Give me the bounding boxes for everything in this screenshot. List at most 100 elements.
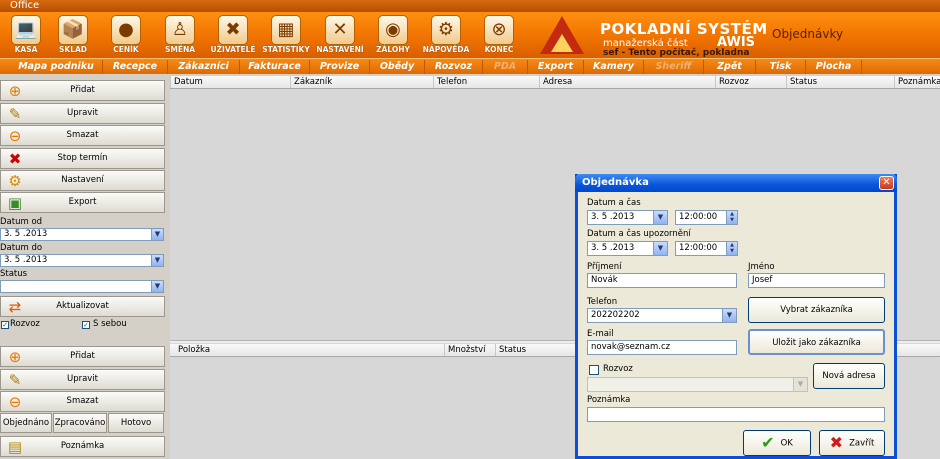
- select-customer-button[interactable]: Vybrat zákazníka: [748, 297, 885, 323]
- toolbar-zalohy[interactable]: ◉ ZÁLOHY: [367, 13, 419, 57]
- toolbar-label: ZÁLOHY: [376, 45, 410, 54]
- export-icon: ▣: [7, 194, 23, 212]
- name-field[interactable]: Josef: [748, 273, 885, 288]
- stop-term-button[interactable]: ✖ Stop termín: [0, 148, 165, 169]
- column-header[interactable]: Poznámka: [894, 76, 940, 88]
- left-panel: ⊕ Přidat ✎ Upravit ⊖ Smazat ✖ Stop termín ⚙ N…: [0, 76, 168, 459]
- reminder-time-value: 12:00:00: [679, 243, 718, 253]
- delivery-checkbox[interactable]: [589, 365, 599, 375]
- reminder-date-picker[interactable]: 3. 5 .2013 ▼: [587, 241, 668, 256]
- email-label: E-mail: [587, 329, 614, 339]
- column-header[interactable]: Telefon: [433, 76, 537, 88]
- column-header[interactable]: Status: [495, 344, 575, 356]
- delete-order-button[interactable]: ⊖ Smazat: [0, 125, 165, 146]
- menu-kamery[interactable]: Kamery: [584, 60, 644, 74]
- phone-value: 202202202: [591, 310, 640, 320]
- users-icon: ✖: [218, 15, 248, 45]
- toolbar-kasa[interactable]: 💻 KASA: [0, 13, 52, 57]
- menu-rozvoz[interactable]: Rozvoz: [425, 60, 483, 74]
- delivery-checkbox[interactable]: ✓: [1, 321, 9, 329]
- column-header[interactable]: Množství: [444, 344, 496, 356]
- menu-zakaznici[interactable]: Zákazníci: [168, 60, 240, 74]
- settings-button[interactable]: ⚙ Nastavení: [0, 170, 165, 191]
- menu-mapa-podniku[interactable]: Mapa podniku: [10, 60, 103, 74]
- cancel-cross-icon: ✖: [829, 433, 844, 452]
- toolbar-konec[interactable]: ⊗ KONEC: [473, 13, 525, 57]
- reminder-label: Datum a čas upozornění: [587, 229, 691, 239]
- awis-logo-inner: [551, 34, 573, 52]
- edit-order-button[interactable]: ✎ Upravit: [0, 103, 165, 124]
- status-select[interactable]: ▼: [0, 280, 164, 293]
- close-dialog-button[interactable]: ✖ Zavřít: [819, 430, 885, 456]
- menu-recepce[interactable]: Recepce: [103, 60, 168, 74]
- column-header[interactable]: Status: [786, 76, 894, 88]
- column-header[interactable]: Položka: [175, 344, 441, 356]
- chevron-down-icon[interactable]: ▼: [653, 242, 667, 255]
- menu-plocha[interactable]: Plocha: [806, 60, 862, 74]
- chevron-down-icon[interactable]: ▼: [151, 255, 163, 266]
- menu-fakturace[interactable]: Fakturace: [240, 60, 310, 74]
- exit-icon: ⊗: [484, 15, 514, 45]
- menu-obedy[interactable]: Obědy: [370, 60, 425, 74]
- email-field[interactable]: novak@seznam.cz: [587, 340, 737, 355]
- menu-tisk[interactable]: Tisk: [756, 60, 806, 74]
- column-header[interactable]: Rozvoz: [715, 76, 785, 88]
- edit-item-button[interactable]: ✎ Upravit: [0, 369, 165, 390]
- column-header[interactable]: Zákazník: [290, 76, 430, 88]
- state-done-button[interactable]: Hotovo: [108, 413, 164, 433]
- surname-field[interactable]: Novák: [587, 273, 737, 288]
- toolbar-label: KASA: [14, 45, 38, 54]
- spin-arrows-icon[interactable]: ▲ ▼: [726, 242, 737, 255]
- chevron-down-icon[interactable]: ▼: [151, 229, 163, 240]
- close-icon[interactable]: ✕: [879, 176, 894, 190]
- date-from-picker[interactable]: 3. 5 .2013 ▼: [0, 228, 164, 241]
- toolbar-label: CENÍK: [113, 45, 139, 54]
- button-label: Smazat: [66, 396, 99, 406]
- toolbar-nastaveni[interactable]: ✕ NASTAVENÍ: [314, 13, 366, 57]
- note-button[interactable]: ▤ Poznámka: [0, 436, 165, 457]
- toolbar-label: STATISTIKY: [262, 45, 310, 54]
- date-to-picker[interactable]: 3. 5 .2013 ▼: [0, 254, 164, 267]
- column-header[interactable]: Adresa: [539, 76, 715, 88]
- state-processing-button[interactable]: Zpracováno: [53, 413, 107, 433]
- toolbar-statistiky[interactable]: ▦ STATISTIKY: [260, 13, 312, 57]
- note-field[interactable]: [587, 407, 885, 422]
- delete-item-button[interactable]: ⊖ Smazat: [0, 391, 165, 412]
- dialog-title-bar[interactable]: Objednávka ✕: [575, 174, 897, 192]
- chevron-down-icon[interactable]: ▼: [653, 211, 667, 224]
- takeaway-checkbox[interactable]: ✓: [82, 321, 90, 329]
- delivery-checkbox-label: Rozvoz: [10, 319, 40, 329]
- ok-button[interactable]: ✔ OK: [743, 430, 811, 456]
- toolbar-napoveda[interactable]: ⚙ NÁPOVĚDA: [420, 13, 472, 57]
- toolbar-cenik[interactable]: ● CENÍK: [100, 13, 152, 57]
- reminder-date-value: 3. 5 .2013: [591, 243, 635, 253]
- toolbar-uzivatele[interactable]: ✖ UŽIVATELÉ: [207, 13, 259, 57]
- reminder-time-spinner[interactable]: 12:00:00 ▲ ▼: [675, 241, 738, 256]
- toolbar-sklad[interactable]: 📦 SKLAD: [47, 13, 99, 57]
- export-button[interactable]: ▣ Export: [0, 192, 165, 213]
- menu-provize[interactable]: Provize: [310, 60, 370, 74]
- column-header[interactable]: Datum: [170, 76, 286, 88]
- toolbar-smena[interactable]: ♙ SMĚNA: [154, 13, 206, 57]
- spin-arrows-icon[interactable]: ▲ ▼: [726, 211, 737, 224]
- button-label: Nastavení: [61, 175, 104, 185]
- save-customer-button[interactable]: Uložit jako zákazníka: [748, 329, 885, 355]
- add-order-button[interactable]: ⊕ Přidat: [0, 80, 165, 101]
- new-address-button[interactable]: Nová adresa: [813, 363, 885, 389]
- chevron-down-icon[interactable]: ▼: [722, 309, 736, 322]
- toolbar-label: SKLAD: [58, 45, 88, 54]
- add-item-button[interactable]: ⊕ Přidat: [0, 346, 165, 367]
- section-title: Objednávky: [772, 27, 844, 41]
- chevron-down-icon[interactable]: ▼: [151, 281, 163, 292]
- menu-export[interactable]: Export: [528, 60, 584, 74]
- phone-field[interactable]: 202202202 ▼: [587, 308, 737, 323]
- close-label: Zavřít: [849, 438, 875, 449]
- date-picker[interactable]: 3. 5 .2013 ▼: [587, 210, 668, 225]
- menu-zpet[interactable]: Zpět: [704, 60, 756, 74]
- time-spinner[interactable]: 12:00:00 ▲ ▼: [675, 210, 738, 225]
- refresh-button[interactable]: ⇄ Aktualizovat: [0, 296, 165, 317]
- status-label: Status: [0, 269, 28, 279]
- state-ordered-button[interactable]: Objednáno: [0, 413, 52, 433]
- settings-tools-icon: ✕: [325, 15, 355, 45]
- chevron-down-icon: ▼: [793, 378, 807, 391]
